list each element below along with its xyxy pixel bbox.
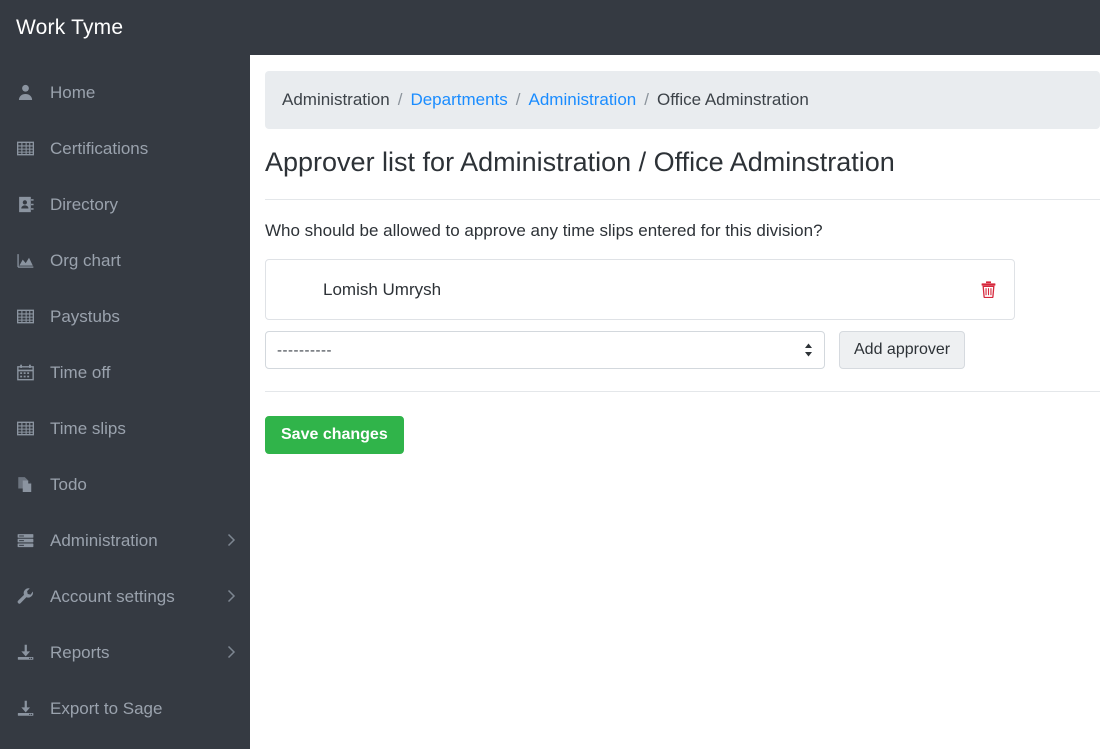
sidebar-item-label: Account settings: [50, 586, 175, 606]
user-icon: [17, 83, 41, 101]
sidebar-item-label: Directory: [50, 194, 119, 214]
sidebar-item-label: Certifications: [50, 138, 149, 158]
approver-select[interactable]: ----------: [265, 331, 825, 370]
add-approver-row: ---------- Add approver: [265, 331, 1100, 370]
breadcrumb-separator: /: [644, 90, 649, 109]
sidebar-item-label: Paystubs: [50, 306, 120, 326]
sidebar-item-label: Home: [50, 82, 96, 102]
sidebar-item-label: Time slips: [50, 418, 126, 438]
sidebar-item-time-slips[interactable]: Time slips: [0, 400, 250, 456]
breadcrumb-item-2[interactable]: Administration: [529, 90, 637, 110]
select-arrows-icon: [803, 342, 814, 358]
table-icon: [17, 307, 41, 325]
sidebar-item-label: Export to Sage: [50, 698, 163, 718]
table-icon: [17, 139, 41, 157]
prompt-text: Who should be allowed to approve any tim…: [265, 221, 823, 241]
sidebar-item-home[interactable]: Home: [0, 64, 250, 120]
table-icon: [17, 419, 41, 437]
sidebar-item-label: Org chart: [50, 250, 121, 270]
sidebar-item-org-chart[interactable]: Org chart: [0, 232, 250, 288]
page-title: Approver list for Administration / Offic…: [265, 147, 895, 177]
area-chart-icon: [17, 251, 41, 269]
brand-title[interactable]: Work Tyme: [0, 0, 250, 55]
add-approver-button[interactable]: Add approver: [839, 331, 966, 370]
sidebar-item-administration[interactable]: Administration: [0, 512, 250, 568]
sidebar-item-export-to-sage[interactable]: Export to Sage: [0, 680, 250, 736]
copy-files-icon: [17, 475, 41, 493]
address-book-icon: [17, 195, 41, 213]
approver-name: Lomish Umrysh: [323, 279, 442, 299]
chevron-right-icon: [227, 589, 236, 603]
sidebar-item-todo[interactable]: Todo: [0, 456, 250, 512]
breadcrumb-separator: /: [515, 90, 521, 109]
chevron-right-icon: [227, 645, 236, 659]
form-divider: [265, 391, 1100, 393]
save-changes-button[interactable]: Save changes: [265, 416, 404, 455]
approver-select-value: ----------: [277, 341, 332, 359]
sidebar-item-time-off[interactable]: Time off: [0, 344, 250, 400]
chevron-right-icon: [227, 533, 236, 547]
breadcrumb-item-3: Office Adminstration: [656, 90, 809, 109]
sidebar-item-label: Administration: [50, 530, 158, 550]
download-icon: [17, 643, 41, 661]
sidebar-item-account-settings[interactable]: Account settings: [0, 568, 250, 624]
sidebar-item-label: Reports: [50, 642, 110, 662]
sidebar: Work Tyme Home Certifications Directory Org…: [0, 0, 250, 749]
sidebar-nav: Home Certifications Directory Org chart Pays…: [0, 55, 250, 736]
wrench-icon: [17, 587, 41, 605]
download-icon: [17, 699, 41, 717]
sidebar-item-label: Todo: [50, 474, 87, 494]
main-content: Administration / Departments / Administratio…: [250, 55, 1100, 749]
breadcrumb-separator: /: [397, 90, 403, 109]
breadcrumb-item-0: Administration: [282, 90, 390, 109]
title-divider: [265, 199, 1100, 201]
approver-row: Lomish Umrysh: [266, 260, 1014, 319]
calendar-icon: [17, 363, 41, 381]
app-root: Work Tyme Home Certifications Directory Org…: [0, 0, 1100, 749]
breadcrumb: Administration / Departments / Administratio…: [265, 71, 1100, 129]
sidebar-item-reports[interactable]: Reports: [0, 624, 250, 680]
sidebar-item-label: Time off: [50, 362, 111, 382]
sidebar-item-certifications[interactable]: Certifications: [0, 120, 250, 176]
trash-icon[interactable]: [981, 281, 996, 299]
approver-list: Lomish Umrysh: [265, 259, 1015, 321]
breadcrumb-item-1[interactable]: Departments: [410, 90, 507, 110]
sidebar-item-paystubs[interactable]: Paystubs: [0, 288, 250, 344]
server-list-icon: [17, 531, 41, 549]
sidebar-item-directory[interactable]: Directory: [0, 176, 250, 232]
